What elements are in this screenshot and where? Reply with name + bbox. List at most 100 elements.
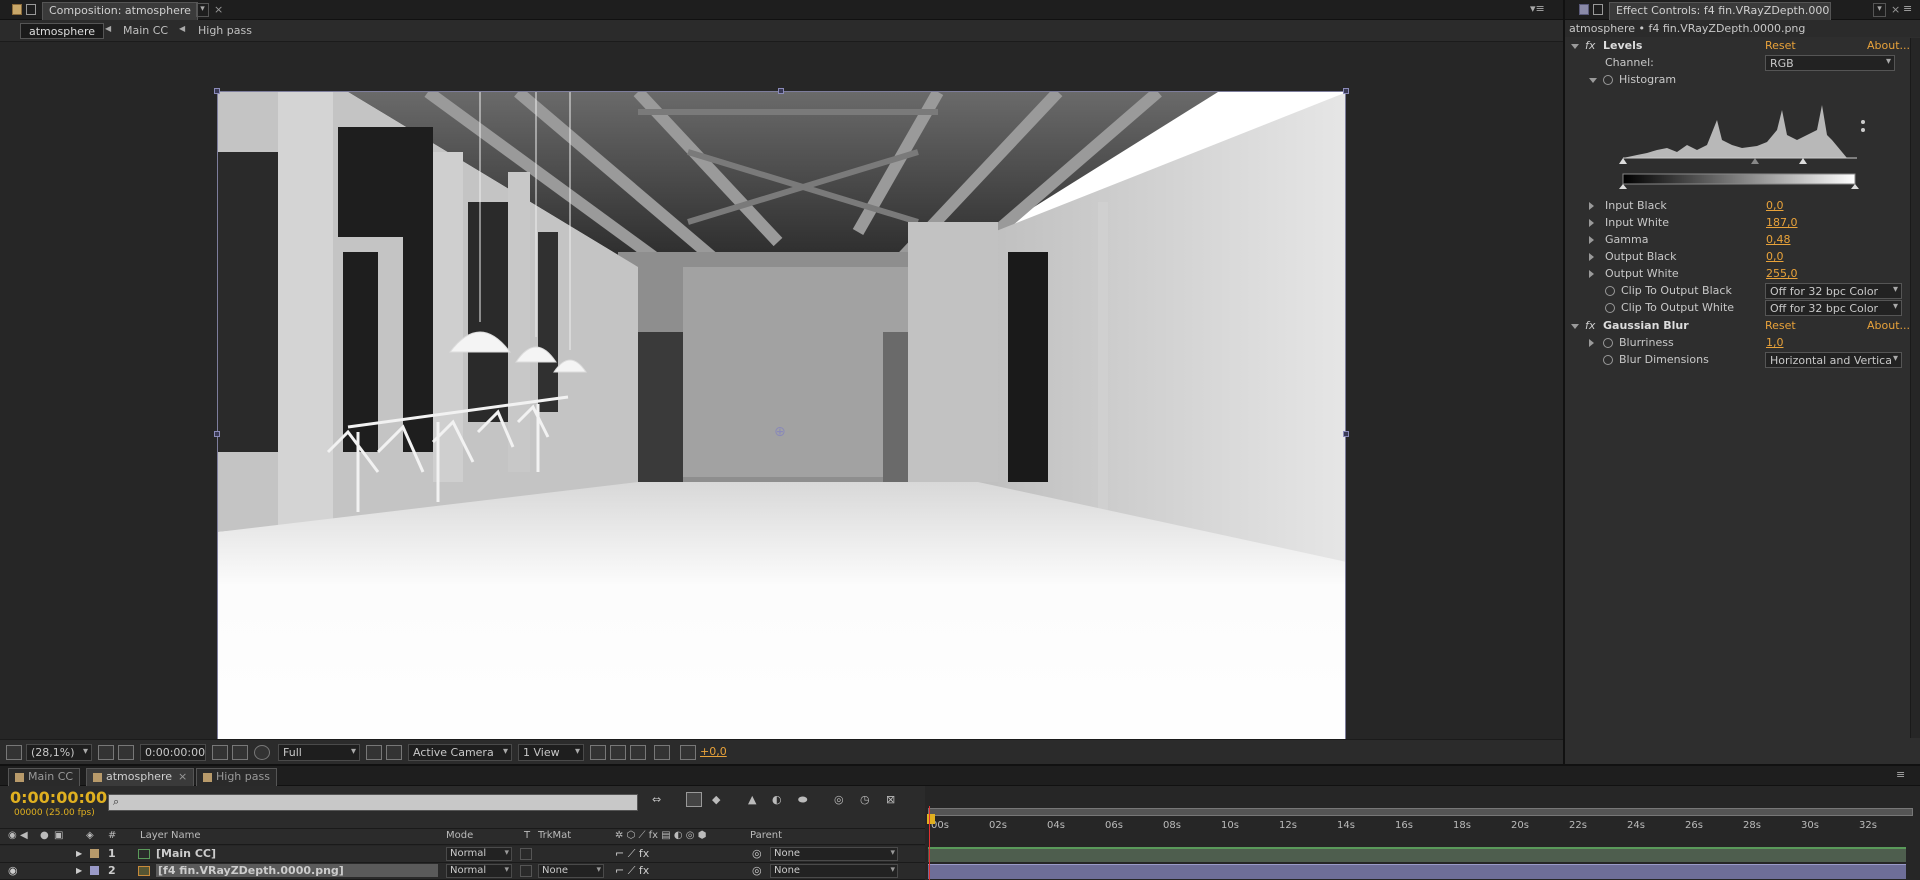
disclosure-triangle-icon[interactable] (1589, 219, 1594, 227)
draft-3d-icon[interactable] (686, 792, 702, 807)
disclosure-triangle-icon[interactable] (1571, 324, 1579, 329)
brainstorm-icon[interactable]: ◎ (834, 793, 850, 808)
switches[interactable]: ⌐ ⟋ fx (615, 847, 649, 861)
eye-icon[interactable]: ◉ (8, 864, 18, 877)
breadcrumb-main-cc[interactable]: Main CC (115, 23, 176, 39)
camera-snapshot-icon[interactable] (212, 745, 228, 760)
chevron-down-icon[interactable]: ▾ (196, 3, 209, 17)
layer-duration-bar[interactable] (928, 847, 1906, 862)
layer-label-color[interactable] (90, 866, 99, 875)
time-ruler[interactable]: 00s 02s 04s 06s 08s 10s 12s 14s 16s 18s 20s 22s 24s 2… (925, 786, 1920, 845)
preserve-transparency-checkbox[interactable] (520, 848, 532, 860)
stopwatch-icon[interactable] (1605, 303, 1615, 313)
resolution-dropdown[interactable]: Full (278, 744, 360, 761)
param-value[interactable]: 0,0 (1766, 199, 1784, 212)
panel-menu-icon[interactable] (12, 4, 22, 15)
disclosure-triangle-icon[interactable] (1589, 253, 1594, 261)
layer-name[interactable]: [f4 fin.VRayZDepth.0000.png] (156, 864, 438, 877)
disclosure-triangle-icon[interactable] (1589, 339, 1594, 347)
transform-handle[interactable] (1343, 88, 1349, 94)
reset-link[interactable]: Reset (1765, 319, 1796, 332)
close-icon[interactable]: × (214, 3, 223, 16)
preserve-transparency-checkbox[interactable] (520, 865, 532, 877)
about-link[interactable]: About... (1867, 39, 1910, 52)
layer-name[interactable]: [Main CC] (156, 847, 216, 860)
always-preview-icon[interactable] (6, 745, 22, 760)
layer-row[interactable]: ◉ ▶ 2 [f4 fin.VRayZDepth.0000.png] Norma… (0, 863, 925, 880)
close-icon[interactable]: × (178, 770, 187, 783)
auto-keyframe-icon[interactable]: ◷ (860, 793, 876, 808)
mode-select[interactable]: Normal (446, 847, 512, 861)
panel-menu-icon[interactable] (1579, 4, 1589, 15)
stopwatch-icon[interactable] (1603, 355, 1613, 365)
region-of-interest-icon[interactable] (366, 745, 382, 760)
pickwhip-icon[interactable]: ◎ (752, 864, 762, 877)
column-layer-name[interactable]: Layer Name (140, 830, 201, 841)
current-time-field[interactable]: 0:00:00:00 (140, 744, 206, 761)
zoom-dropdown[interactable]: (28,1%) (26, 744, 92, 761)
clip-black-select[interactable]: Off for 32 bpc Color (1765, 283, 1902, 299)
mask-visibility-icon[interactable] (118, 745, 134, 760)
disclosure-triangle-icon[interactable] (1571, 44, 1579, 49)
about-link[interactable]: About... (1867, 319, 1910, 332)
parent-select[interactable]: None (770, 864, 898, 878)
current-time-display[interactable]: 0:00:00:00 (10, 788, 107, 807)
expand-triangle-icon[interactable]: ▶ (76, 866, 82, 875)
disclosure-triangle-icon[interactable] (1589, 270, 1594, 278)
stopwatch-icon[interactable] (1603, 75, 1613, 85)
fast-previews-icon[interactable] (610, 745, 626, 760)
parent-select[interactable]: None (770, 847, 898, 861)
transparency-grid-icon[interactable] (386, 745, 402, 760)
transform-handle[interactable] (214, 88, 220, 94)
show-snapshot-icon[interactable] (232, 745, 248, 760)
trkmat-select[interactable]: None (538, 864, 604, 878)
pickwhip-icon[interactable]: ◎ (752, 847, 762, 860)
switches[interactable]: ⌐ ⟋ fx (615, 864, 649, 878)
graph-editor-icon[interactable]: ⬬ (798, 793, 814, 808)
exposure-value[interactable]: +0,0 (700, 745, 727, 758)
blur-dimensions-select[interactable]: Horizontal and Vertica (1765, 352, 1902, 368)
camera-dropdown[interactable]: Active Camera (408, 744, 512, 761)
breadcrumb-high-pass[interactable]: High pass (190, 23, 260, 39)
channel-rgb-icon[interactable] (254, 745, 270, 760)
tab-main-cc[interactable]: Main CC (8, 768, 81, 786)
tab-composition-atmosphere[interactable]: Composition: atmosphere (42, 2, 198, 20)
views-dropdown[interactable]: 1 View (518, 744, 584, 761)
disclosure-triangle-icon[interactable] (1589, 202, 1594, 210)
transform-handle[interactable] (778, 88, 784, 94)
effect-gaussian-blur-header[interactable]: fx Gaussian Blur Reset About... (1565, 318, 1910, 335)
search-input[interactable]: ⌕ (108, 794, 638, 811)
label-icon[interactable]: ◈ (86, 830, 94, 841)
toggle-pixel-aspect-icon[interactable] (590, 745, 606, 760)
hide-shy-layers-icon[interactable]: ◆ (712, 793, 728, 808)
lock-icon[interactable] (26, 4, 36, 15)
flowchart-icon[interactable] (654, 745, 670, 760)
transform-handle[interactable] (1343, 431, 1349, 437)
frame-blending-icon[interactable]: ▲ (748, 793, 764, 808)
comp-mini-flowchart-icon[interactable]: ⇔ (652, 793, 668, 808)
tab-effect-controls[interactable]: Effect Controls: f4 fin.VRayZDepth.0000.… (1609, 2, 1831, 20)
disclosure-triangle-icon[interactable] (1589, 78, 1597, 83)
lock-icon[interactable] (1593, 4, 1603, 15)
reset-exposure-icon[interactable] (680, 745, 696, 760)
close-icon[interactable]: × (1891, 3, 1900, 16)
audio-icon[interactable]: ◀ (20, 830, 28, 841)
panel-options-icon[interactable]: ≡ (1903, 2, 1912, 15)
clip-white-select[interactable]: Off for 32 bpc Color (1765, 300, 1902, 316)
channel-select[interactable]: RGB (1765, 55, 1895, 71)
stopwatch-icon[interactable] (1603, 338, 1613, 348)
live-update-icon[interactable]: ⊠ (886, 793, 902, 808)
panel-options-icon[interactable]: ▾≡ (1530, 2, 1545, 15)
reset-link[interactable]: Reset (1765, 39, 1796, 52)
layer-duration-bar[interactable] (928, 864, 1906, 879)
eye-icon[interactable]: ◉ (8, 830, 17, 841)
solo-icon[interactable]: ● (40, 830, 49, 841)
timeline-icon[interactable] (630, 745, 646, 760)
histogram-graph[interactable] (1617, 90, 1865, 190)
mode-select[interactable]: Normal (446, 864, 512, 878)
effect-levels-header[interactable]: fx Levels Reset About... (1565, 38, 1910, 55)
scrollbar[interactable] (1910, 38, 1920, 738)
work-area-bar[interactable] (928, 808, 1913, 816)
panel-options-icon[interactable]: ≡ (1896, 768, 1905, 781)
chevron-down-icon[interactable]: ▾ (1873, 3, 1886, 17)
